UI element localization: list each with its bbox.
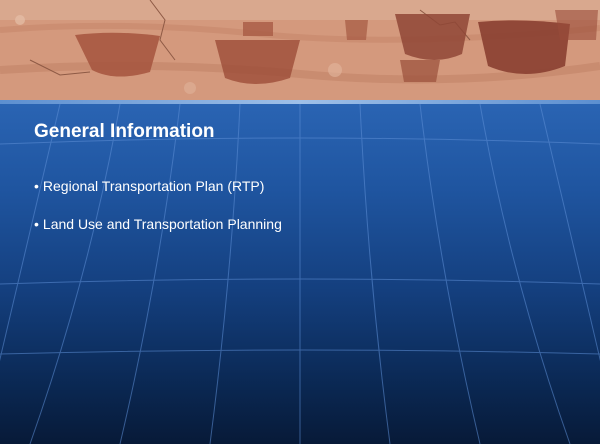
globe-grid-lines — [0, 104, 600, 444]
bullet-item: • Regional Transportation Plan (RTP) — [34, 172, 282, 200]
slide: General Information • Regional Transporta… — [0, 0, 600, 444]
petroglyph-panel-art — [0, 0, 600, 102]
bullet-item: • Land Use and Transportation Planning — [34, 210, 282, 238]
bullet-list: • Regional Transportation Plan (RTP) • Lan… — [34, 172, 282, 238]
slide-title: General Information — [34, 121, 215, 142]
banner-image — [0, 0, 600, 102]
bullet-dot: • — [34, 178, 39, 194]
bullet-dot: • — [34, 216, 39, 232]
bullet-text: Regional Transportation Plan (RTP) — [42, 178, 265, 194]
banner-divider — [0, 100, 600, 104]
bullet-text: Land Use and Transportation Planning — [42, 216, 282, 232]
